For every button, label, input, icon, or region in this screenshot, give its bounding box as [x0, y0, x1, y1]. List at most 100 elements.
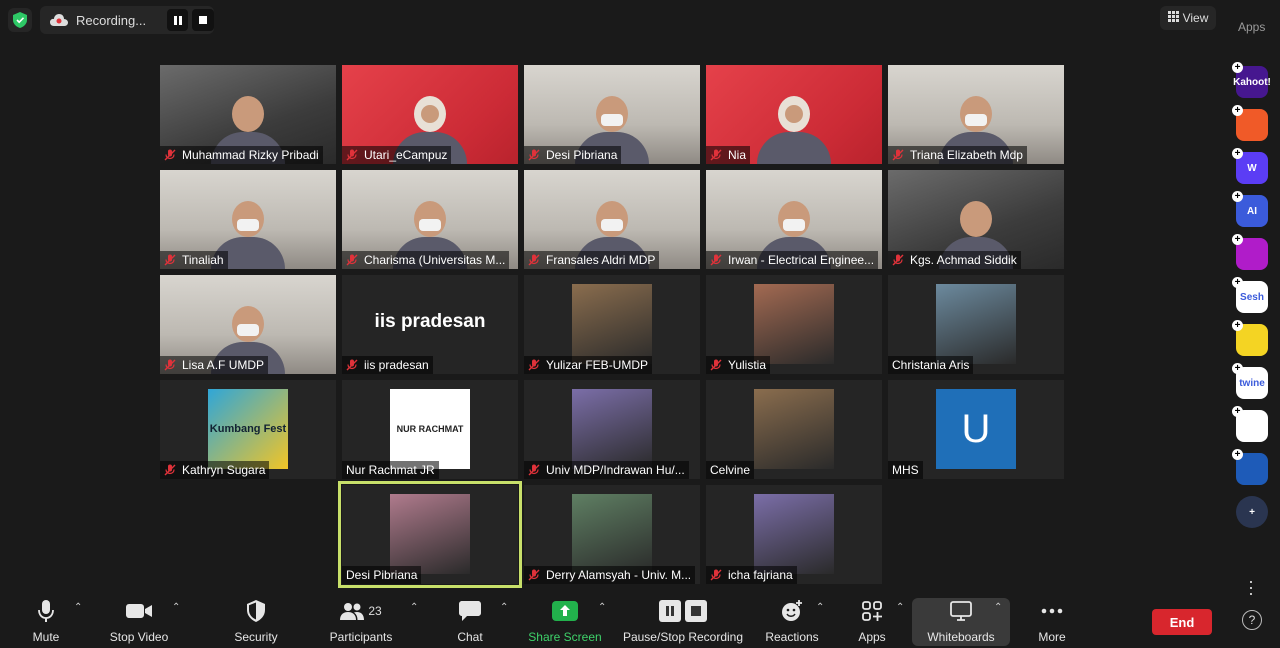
profile-picture: Kumbang Fest	[208, 389, 288, 469]
profile-picture	[390, 494, 470, 574]
participants-button[interactable]: 23 Participants	[326, 596, 396, 648]
reactions-button[interactable]: Reactions	[764, 596, 820, 648]
participant-tile[interactable]: U MHS	[888, 380, 1064, 479]
more-options-icon[interactable]: · · ·	[1248, 572, 1254, 602]
participant-name-tag: Yulistia	[706, 356, 771, 374]
participant-name: Kathryn Sugara	[182, 463, 266, 477]
mute-options-caret[interactable]: ⌃	[74, 602, 82, 613]
participant-name-tag: Nia	[706, 146, 751, 164]
profile-picture: NUR RACHMAT	[390, 389, 470, 469]
share-options-caret[interactable]: ⌃	[598, 602, 606, 613]
mute-label: Mute	[32, 630, 60, 644]
app-icon[interactable]: W +	[1232, 148, 1268, 184]
muted-microphone-icon	[528, 359, 540, 371]
app-icon[interactable]: Kahoot! +	[1232, 62, 1271, 98]
muted-microphone-icon	[528, 569, 540, 581]
app-icon-label: AI	[1247, 205, 1257, 217]
app-icon[interactable]: twine +	[1232, 363, 1268, 399]
participant-name: Irwan - Electrical Enginee...	[728, 253, 875, 267]
apps-button[interactable]: Apps	[852, 596, 892, 648]
participant-tile[interactable]: Charisma (Universitas M...	[342, 170, 518, 269]
participant-name: iis pradesan	[364, 358, 429, 372]
view-label: View	[1182, 11, 1209, 25]
add-badge-icon: +	[1232, 406, 1243, 417]
video-options-caret[interactable]: ⌃	[172, 602, 180, 613]
app-icon[interactable]: AI +	[1232, 191, 1268, 227]
participant-tile[interactable]: Derry Alamsyah - Univ. M...	[524, 485, 700, 584]
participant-tile[interactable]: Desi Pibriana	[524, 65, 700, 164]
participants-count: 23	[368, 604, 382, 618]
muted-microphone-icon	[892, 254, 904, 266]
mute-button[interactable]: Mute	[26, 596, 66, 648]
add-badge-icon: +	[1232, 277, 1243, 288]
participant-tile[interactable]: Fransales Aldri MDP	[524, 170, 700, 269]
grid-icon	[1167, 11, 1179, 25]
security-shield-icon[interactable]	[8, 8, 32, 32]
stop-recording-button[interactable]	[192, 9, 215, 31]
participant-tile[interactable]: Yulistia	[706, 275, 882, 374]
participant-display-name: iis pradesan	[374, 311, 486, 332]
reactions-options-caret[interactable]: ⌃	[816, 602, 824, 613]
participant-name: Desi Pibriana	[346, 568, 418, 582]
add-badge-icon: +	[1232, 191, 1243, 202]
muted-microphone-icon	[710, 359, 722, 371]
participant-tile[interactable]: NUR RACHMAT Nur Rachmat JR	[342, 380, 518, 479]
participant-tile[interactable]: Christania Aris	[888, 275, 1064, 374]
participant-tile[interactable]: Muhammad Rizky Pribadi	[160, 65, 336, 164]
stop-video-button[interactable]: Stop Video	[104, 596, 174, 648]
app-icon[interactable]: +	[1232, 449, 1268, 485]
participant-tile[interactable]: Univ MDP/Indrawan Hu/...	[524, 380, 700, 479]
app-icon-label: Sesh	[1240, 291, 1264, 303]
chat-button[interactable]: Chat	[450, 596, 490, 648]
share-screen-button[interactable]: Share Screen	[526, 596, 604, 648]
participant-tile[interactable]: Irwan - Electrical Enginee...	[706, 170, 882, 269]
whiteboards-button[interactable]: Whiteboards	[922, 596, 1000, 648]
participant-tile[interactable]: Lisa A.F UMDP	[160, 275, 336, 374]
apps-options-caret[interactable]: ⌃	[896, 602, 904, 613]
cloud-recording-icon	[50, 13, 68, 27]
app-icon[interactable]: +	[1236, 496, 1268, 528]
pause-stop-recording-button[interactable]: Pause/Stop Recording	[620, 596, 746, 648]
participant-tile[interactable]: Celvine	[706, 380, 882, 479]
participant-name: Desi Pibriana	[546, 148, 618, 162]
participant-tile[interactable]: Kgs. Achmad Siddik	[888, 170, 1064, 269]
app-icon[interactable]: +	[1232, 105, 1268, 141]
participant-tile[interactable]: iis pradesan iis pradesan	[342, 275, 518, 374]
view-button[interactable]: View	[1160, 6, 1216, 30]
participant-tile[interactable]: Kumbang Fest Kathryn Sugara	[160, 380, 336, 479]
app-icon[interactable]: Sesh +	[1232, 277, 1268, 313]
app-icon[interactable]: +	[1232, 320, 1268, 356]
more-button[interactable]: More	[1032, 596, 1072, 648]
security-button[interactable]: Security	[226, 596, 286, 648]
apps-panel-title: Apps	[1238, 20, 1266, 34]
participant-name: Kgs. Achmad Siddik	[910, 253, 1017, 267]
end-meeting-button[interactable]: End	[1152, 609, 1212, 635]
participant-name: Derry Alamsyah - Univ. M...	[546, 568, 692, 582]
chat-options-caret[interactable]: ⌃	[500, 602, 508, 613]
whiteboards-options-caret[interactable]: ⌃	[994, 602, 1002, 613]
participant-tile[interactable]: Tinaliah	[160, 170, 336, 269]
participant-name-tag: MHS	[888, 461, 923, 479]
participant-tile[interactable]: Yulizar FEB-UMDP	[524, 275, 700, 374]
participant-name-tag: Muhammad Rizky Pribadi	[160, 146, 323, 164]
participant-tile[interactable]: Triana Elizabeth Mdp	[888, 65, 1064, 164]
participants-options-caret[interactable]: ⌃	[410, 602, 418, 613]
participant-name-tag: Univ MDP/Indrawan Hu/...	[524, 461, 689, 479]
participant-tile[interactable]: Nia	[706, 65, 882, 164]
participant-tile[interactable]: icha fajriana	[706, 485, 882, 584]
meeting-toolbar: Mute ⌃ Stop Video ⌃ Security 23 Particip…	[0, 596, 1230, 648]
participant-tile[interactable]: Utari_eCampuz	[342, 65, 518, 164]
app-icon[interactable]: +	[1232, 234, 1268, 270]
app-icon-label: +	[1249, 506, 1255, 518]
participant-name: Yulizar FEB-UMDP	[546, 358, 649, 372]
pause-recording-button[interactable]	[166, 9, 189, 31]
help-icon[interactable]: ?	[1242, 610, 1262, 630]
participant-tile[interactable]: Desi Pibriana	[338, 481, 522, 588]
app-icon[interactable]: +	[1232, 406, 1268, 442]
participant-name-tag: Kathryn Sugara	[160, 461, 270, 479]
add-badge-icon: +	[1232, 449, 1243, 460]
participant-name: Tinaliah	[182, 253, 224, 267]
muted-microphone-icon	[710, 569, 722, 581]
whiteboards-label: Whiteboards	[927, 630, 995, 644]
participant-name: MHS	[892, 463, 919, 477]
